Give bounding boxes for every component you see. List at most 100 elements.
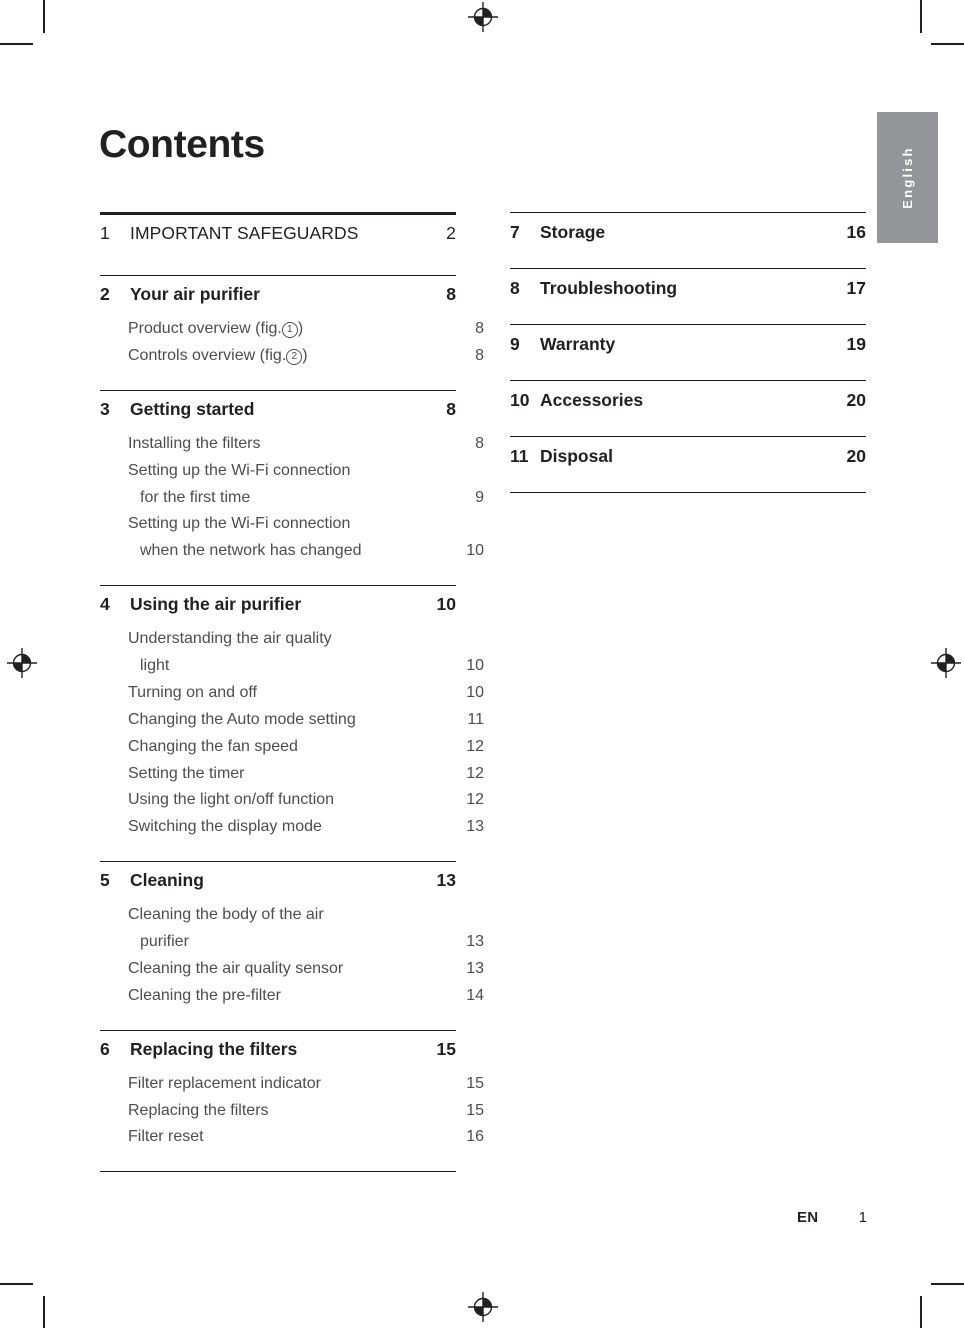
toc-section: 5 Cleaning 13 Cleaning the body of the air p… (100, 861, 484, 1010)
toc-entry-11[interactable]: 11 Disposal 20 (510, 437, 866, 480)
toc-subentry[interactable]: Setting up the Wi-Fi connection (100, 511, 484, 538)
toc-entry-number: 8 (510, 278, 520, 298)
page-title: Contents (99, 123, 265, 167)
toc-subentry-label: Understanding the air quality (128, 630, 332, 648)
toc-entry-label: Your air purifier (130, 284, 260, 304)
toc-section: 7 Storage 16 (510, 212, 866, 256)
toc-subentry-page: 10 (466, 657, 484, 674)
toc-entry-5[interactable]: 5 Cleaning 13 (100, 862, 456, 902)
toc-entry-6[interactable]: 6 Replacing the filters 15 (100, 1031, 456, 1071)
toc-column-left: 1 IMPORTANT SAFEGUARDS 2 2 Your air purifier… (100, 212, 484, 1173)
toc-subentry[interactable]: Setting the timer 12 (100, 761, 484, 788)
toc-subentry[interactable]: Replacing the filters 15 (100, 1098, 484, 1125)
toc-entry-label: Accessories (540, 390, 644, 410)
figure-reference-circle: 1 (281, 322, 298, 338)
toc-subentry-label: purifier (140, 933, 189, 950)
toc-entry-label: Getting started (130, 398, 255, 419)
toc-subentry-page: 10 (466, 683, 484, 701)
toc-subentry-page: 8 (475, 434, 484, 452)
toc-subentry[interactable]: Understanding the air quality (100, 626, 484, 653)
toc-entry-number: 10 (510, 390, 530, 410)
toc-entry-number: 4 (100, 594, 110, 615)
toc-subentry[interactable]: Cleaning the pre-filter 14 (100, 983, 484, 1010)
toc-entry-page: 8 (446, 398, 456, 419)
toc-subentry[interactable]: Filter replacement indicator 15 (100, 1071, 484, 1098)
toc-entry-number: 6 (100, 1038, 110, 1059)
toc-entry-number: 7 (510, 222, 520, 242)
registration-mark-left-middle (7, 648, 37, 678)
crop-mark-top-right-vertical (920, 0, 922, 33)
toc-subentry[interactable]: Turning on and off 10 (100, 680, 484, 707)
toc-entry-label: Troubleshooting (540, 278, 678, 298)
toc-subentry-page: 15 (466, 1101, 484, 1119)
toc-subentry-page: 12 (466, 791, 484, 809)
toc-subentry-page: 10 (466, 542, 484, 560)
toc-subentry[interactable]: light 10 (100, 653, 484, 680)
crop-mark-top-left-vertical (43, 0, 45, 33)
toc-subentry-label: Replacing the filters (128, 1101, 269, 1119)
toc-subentry[interactable]: Using the light on/off function 12 (100, 787, 484, 814)
toc-subentry[interactable]: Filter reset 16 (100, 1124, 484, 1151)
toc-subentry[interactable]: Cleaning the body of the air (100, 902, 484, 929)
toc-subentry-page: 15 (466, 1074, 484, 1092)
section-rule (100, 1171, 456, 1173)
toc-subentry[interactable]: Setting up the Wi-Fi connection (100, 458, 484, 485)
language-tab-label: English (900, 146, 915, 209)
toc-subentry[interactable]: Changing the Auto mode setting 11 (100, 707, 484, 734)
registration-mark-bottom-center (468, 1292, 498, 1322)
toc-subentry-label-suffix: ) (297, 320, 304, 337)
toc-subentry[interactable]: purifier 13 (100, 929, 484, 956)
toc-subentry-page: 11 (467, 710, 484, 728)
toc-subentry-label: Switching the display mode (128, 818, 322, 836)
language-tab: English (877, 112, 938, 243)
toc-entry-label: Warranty (540, 334, 616, 354)
toc-entry-9[interactable]: 9 Warranty 19 (510, 325, 866, 368)
toc-subentry-label: for the first time (140, 488, 251, 506)
toc-subentry-label: Setting the timer (128, 764, 245, 782)
toc-subentry[interactable]: Switching the display mode 13 (100, 814, 484, 841)
toc-subentry[interactable]: for the first time 9 (100, 485, 484, 512)
toc-entry-7[interactable]: 7 Storage 16 (510, 213, 866, 256)
toc-subentry-label-text: Controls overview (fig. (128, 346, 287, 364)
crop-mark-bottom-left-vertical (43, 1296, 45, 1328)
toc-entry-10[interactable]: 10 Accessories 20 (510, 381, 866, 424)
toc-section: 1 IMPORTANT SAFEGUARDS 2 (100, 212, 456, 255)
toc-subentry[interactable]: when the network has changed 10 (100, 538, 484, 565)
toc-entry-3[interactable]: 3 Getting started 8 (100, 391, 456, 431)
footer-locale: EN (797, 1209, 819, 1226)
figure-reference-circle: 2 (286, 348, 303, 365)
toc-subentry[interactable]: Changing the fan speed 12 (100, 734, 484, 761)
toc-subentry-label: Installing the filters (128, 434, 261, 452)
toc-subentry-label: Changing the Auto mode setting (128, 710, 356, 728)
toc-subentry[interactable]: Controls overview (fig. 2) 8 (100, 343, 484, 370)
toc-subentry-label-suffix: ) (302, 346, 308, 364)
toc-subentry-label: Changing the fan speed (128, 737, 298, 755)
toc-section: 3 Getting started 8 Installing the filters 8… (100, 389, 484, 565)
toc-subentry-label: Turning on and off (128, 683, 257, 701)
toc-subentry[interactable]: Installing the filters 8 (100, 431, 484, 458)
toc-entry-page: 8 (446, 284, 456, 304)
toc-subentry-label: Cleaning the pre-filter (128, 986, 281, 1004)
toc-subentry-label: Setting up the Wi-Fi connection (128, 461, 351, 479)
toc-entry-page: 19 (846, 334, 866, 354)
toc-subentry-label: light (140, 657, 170, 674)
toc-entry-8[interactable]: 8 Troubleshooting 17 (510, 269, 866, 312)
toc-entry-4[interactable]: 4 Using the air purifier 10 (100, 586, 456, 626)
toc-entry-page: 20 (846, 446, 866, 466)
toc-entry-page: 20 (846, 390, 866, 410)
toc-entry-page: 16 (846, 222, 866, 242)
toc-subentry[interactable]: Cleaning the air quality sensor 13 (100, 956, 484, 983)
toc-column-right: 7 Storage 16 8 Troubleshooting 17 9 Warranty 19 1… (510, 212, 866, 536)
toc-subentry-page: 13 (466, 959, 484, 977)
toc-entry-2[interactable]: 2 Your air purifier 8 (100, 276, 456, 316)
toc-subentry-page: 16 (466, 1128, 484, 1146)
toc-subentry[interactable]: Product overview (fig. 1) 8 (100, 316, 484, 343)
toc-entry-label: IMPORTANT SAFEGUARDS (130, 223, 359, 243)
toc-entry-1[interactable]: 1 IMPORTANT SAFEGUARDS 2 (100, 215, 456, 255)
toc-entry-number: 1 (100, 223, 110, 243)
toc-subentry-page: 9 (475, 488, 484, 506)
